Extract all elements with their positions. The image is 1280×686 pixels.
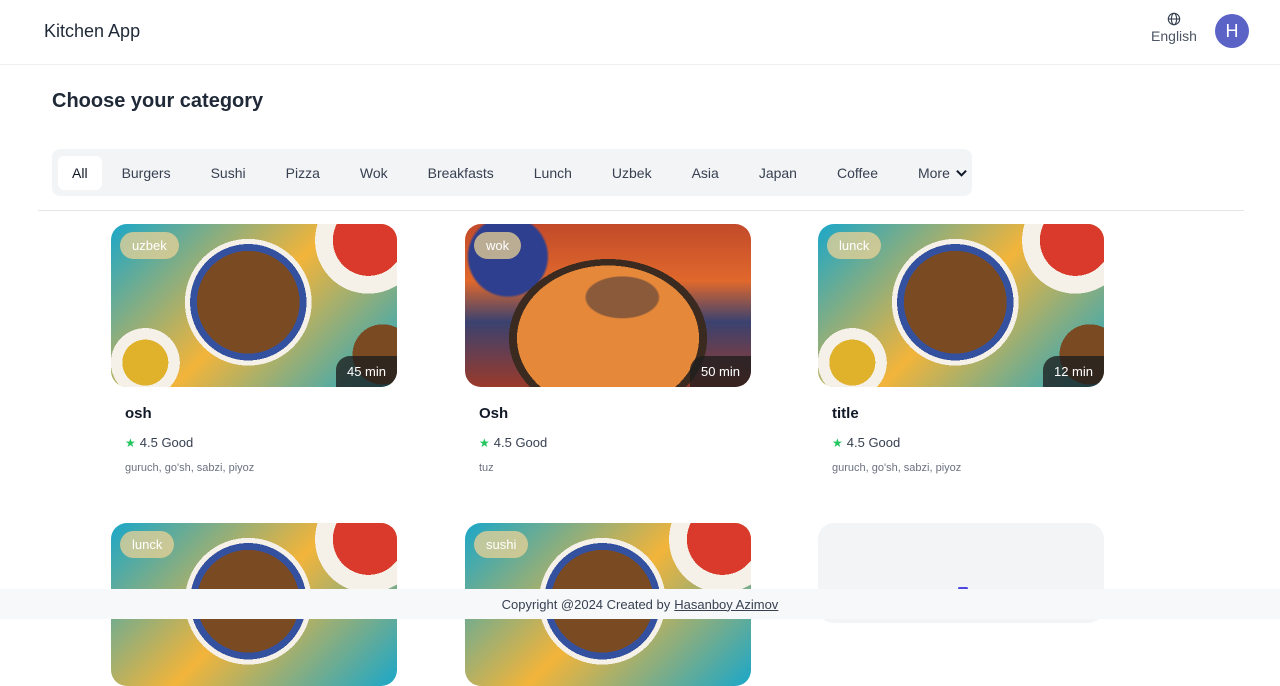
language-selector[interactable]: English [1146,12,1202,44]
recipe-ingredients: tuz [479,462,494,474]
recipe-title: osh [125,405,152,422]
category-tab-breakfasts[interactable]: Breakfasts [408,156,514,190]
category-tab-all[interactable]: All [58,155,102,190]
author-link[interactable]: Hasanboy Azimov [674,597,778,612]
more-label: More [917,164,950,181]
category-tab-wok[interactable]: Wok [340,156,408,190]
category-tab-japan[interactable]: Japan [739,156,817,190]
recipe-title: title [832,405,859,422]
recipe-image: lunck 12 min [818,224,1104,387]
category-badge: sushi [474,531,529,558]
category-tab-asia[interactable]: Asia [672,156,739,190]
language-label: English [1151,28,1197,44]
cook-time: 50 min [689,356,751,387]
copyright-text: Copyright @2024 Created by [501,596,671,612]
category-tab-burgers[interactable]: Burgers [102,156,191,190]
recipe-ingredients: guruch, go'sh, sabzi, piyoz [125,462,255,474]
category-badge: uzbek [120,232,179,259]
recipe-title: Osh [479,405,509,422]
rating-text: 4.5 Good [493,435,548,450]
recipe-ingredients: guruch, go'sh, sabzi, piyoz [832,462,962,474]
rating-text: 4.5 Good [139,435,194,450]
cook-time: 45 min [335,356,397,387]
category-badge: lunck [827,232,882,259]
category-tabs: All Burgers Sushi Pizza Wok Breakfasts L… [52,149,972,196]
star-icon: ★ [832,435,843,450]
category-more-button[interactable]: More [898,156,987,190]
category-badge: lunck [120,531,175,558]
star-icon: ★ [479,435,490,450]
category-tab-lunch[interactable]: Lunch [514,156,592,190]
recipe-rating: ★ 4.5 Good [479,435,751,450]
recipe-card[interactable]: wok 50 min Osh ★ 4.5 Good tuz [465,224,751,474]
user-avatar[interactable]: H [1215,14,1249,48]
recipe-rating: ★ 4.5 Good [125,435,397,450]
app-brand[interactable]: Kitchen App [44,21,140,42]
rating-text: 4.5 Good [846,435,901,450]
category-tab-sushi[interactable]: Sushi [191,156,266,190]
page-title: Choose your category [52,90,264,112]
footer: Copyright @2024 Created by Hasanboy Azim… [0,589,1280,619]
chevron-down-icon [956,169,967,177]
cook-time: 12 min [1042,356,1104,387]
category-tab-uzbek[interactable]: Uzbek [592,156,672,190]
recipe-rating: ★ 4.5 Good [832,435,1104,450]
recipe-card[interactable]: lunck 12 min title ★ 4.5 Good guruch, go… [818,224,1104,474]
category-tab-pizza[interactable]: Pizza [266,156,340,190]
globe-icon [1167,12,1181,26]
category-badge: wok [474,232,522,259]
recipe-card[interactable]: uzbek 45 min osh ★ 4.5 Good guruch, go's… [111,224,397,474]
star-icon: ★ [125,435,136,450]
recipe-image: uzbek 45 min [111,224,397,387]
app-header: Kitchen App English H [0,0,1280,65]
category-tab-coffee[interactable]: Coffee [817,156,898,190]
recipe-image: wok 50 min [465,224,751,387]
divider [38,210,1244,211]
